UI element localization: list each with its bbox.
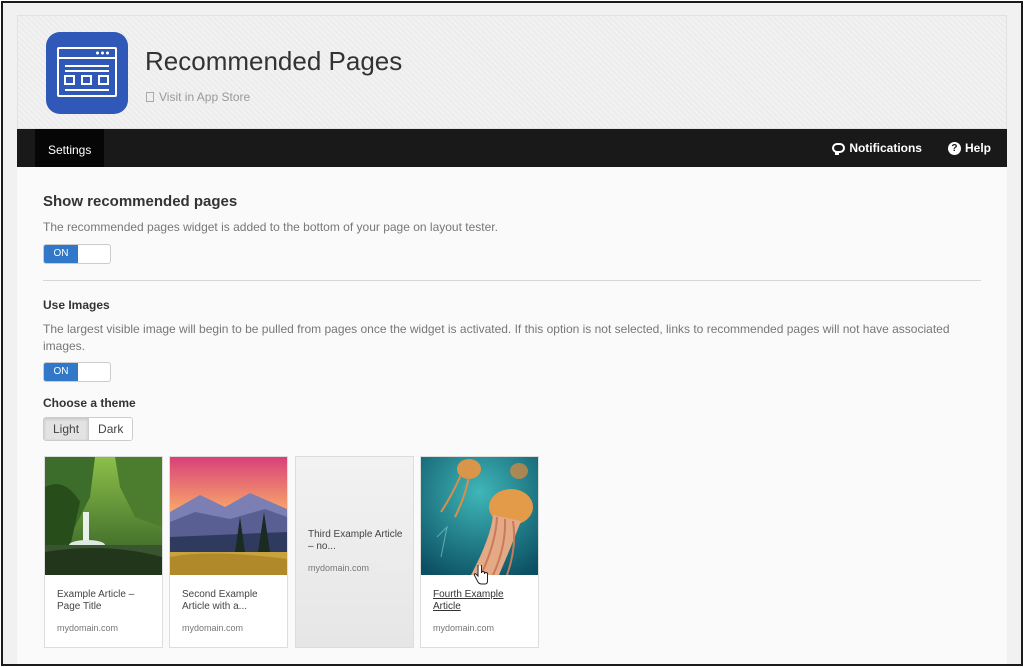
top-navbar: Settings Notifications ? Help bbox=[17, 129, 1007, 167]
waterfall-image bbox=[45, 457, 162, 575]
jellyfish-image bbox=[421, 457, 538, 575]
use-images-description-line2: images. bbox=[43, 339, 86, 353]
browser-window-icon bbox=[46, 32, 128, 114]
mountain-sunset-image bbox=[170, 457, 287, 575]
help-button[interactable]: ? Help bbox=[947, 141, 991, 155]
card-domain: mydomain.com bbox=[308, 563, 370, 573]
clipboard-icon bbox=[146, 92, 154, 102]
notifications-button[interactable]: Notifications bbox=[832, 141, 922, 155]
theme-dark-button[interactable]: Dark bbox=[89, 418, 133, 440]
hand-cursor-icon bbox=[473, 565, 488, 585]
card-title[interactable]: Second Example Article with a... bbox=[182, 589, 278, 613]
settings-panel: Show recommended pages The recommended p… bbox=[17, 167, 1007, 664]
show-recommended-heading: Show recommended pages bbox=[43, 193, 238, 210]
article-card[interactable]: Second Example Article with a... mydomai… bbox=[169, 456, 288, 648]
card-domain: mydomain.com bbox=[433, 623, 495, 633]
section-divider bbox=[43, 280, 981, 281]
article-card[interactable]: Fourth Example Article mydomain.com bbox=[420, 456, 539, 648]
card-title[interactable]: Example Article – Page Title bbox=[57, 589, 153, 613]
question-icon: ? bbox=[947, 141, 961, 155]
notifications-label: Notifications bbox=[849, 141, 922, 155]
visit-app-store-label: Visit in App Store bbox=[159, 90, 251, 104]
article-card[interactable]: Example Article – Page Title mydomain.co… bbox=[44, 456, 163, 648]
toggle-on-label: ON bbox=[44, 245, 78, 263]
show-recommended-toggle[interactable]: ON bbox=[43, 244, 111, 264]
toggle-on-label: ON bbox=[44, 363, 78, 381]
visit-app-store-link[interactable]: Visit in App Store bbox=[146, 90, 250, 104]
window-frame: Recommended Pages Visit in App Store Set… bbox=[1, 1, 1023, 666]
article-card[interactable]: Third Example Article – no... mydomain.c… bbox=[295, 456, 414, 648]
card-domain: mydomain.com bbox=[57, 623, 119, 633]
use-images-heading: Use Images bbox=[43, 298, 110, 312]
app-header: Recommended Pages Visit in App Store bbox=[17, 15, 1007, 129]
help-label: Help bbox=[964, 141, 991, 155]
use-images-description: The largest visible image will begin to … bbox=[43, 321, 988, 355]
use-images-toggle[interactable]: ON bbox=[43, 362, 111, 382]
card-domain: mydomain.com bbox=[182, 623, 244, 633]
chat-bubble-icon bbox=[832, 143, 846, 155]
tab-settings[interactable]: Settings bbox=[35, 129, 105, 167]
theme-light-button[interactable]: Light bbox=[44, 418, 90, 440]
card-title[interactable]: Fourth Example Article bbox=[433, 589, 529, 613]
use-images-description-line1: The largest visible image will begin to … bbox=[43, 322, 950, 336]
theme-selector: Light Dark bbox=[43, 417, 134, 441]
card-title[interactable]: Third Example Article – no... bbox=[308, 529, 404, 553]
choose-theme-heading: Choose a theme bbox=[43, 396, 136, 410]
show-recommended-description: The recommended pages widget is added to… bbox=[43, 220, 498, 234]
page-title: Recommended Pages bbox=[145, 46, 403, 76]
